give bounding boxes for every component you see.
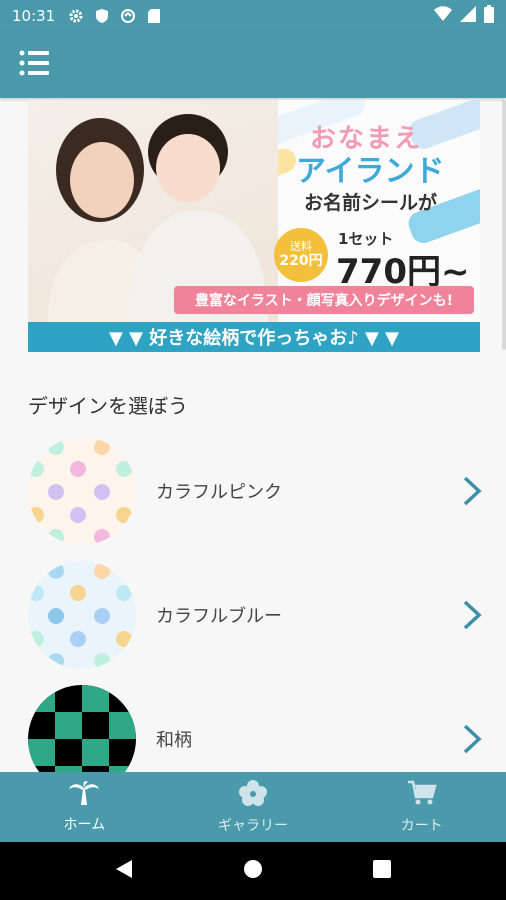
- design-item-colorful-pink[interactable]: カラフルピンク: [0, 436, 506, 546]
- back-icon: [115, 859, 133, 883]
- nav-gallery[interactable]: ギャラリー: [169, 772, 338, 842]
- design-item-japanese-pattern[interactable]: 和柄: [0, 684, 506, 772]
- app-bar: [0, 32, 506, 98]
- chevron-right-icon: [460, 723, 484, 755]
- banner-note: 豊富なイラスト・顔写真入りデザインも!: [174, 286, 474, 314]
- shipping-label: 送料: [290, 240, 312, 253]
- section-title: デザインを選ぼう: [28, 394, 188, 418]
- wifi-icon: [434, 6, 452, 26]
- banner-tagline: お名前シールが: [304, 192, 438, 214]
- system-navigation-bar: [0, 842, 506, 900]
- list-menu-icon: [19, 50, 49, 80]
- chevron-right-icon: [460, 475, 484, 507]
- shield-icon: [93, 7, 111, 25]
- sync-icon: [119, 7, 137, 25]
- shipping-value: 220円: [279, 253, 323, 269]
- chevron-right-icon: [460, 599, 484, 631]
- status-time: 10:31: [12, 7, 56, 25]
- nav-gallery-label: ギャラリー: [218, 818, 288, 834]
- design-item-colorful-blue[interactable]: カラフルブルー: [0, 560, 506, 670]
- cart-icon: [407, 779, 437, 811]
- signal-icon: [460, 6, 476, 26]
- status-bar: 10:31: [0, 0, 506, 32]
- nav-home-label: ホーム: [63, 817, 106, 833]
- design-label: カラフルブルー: [156, 606, 282, 627]
- banner-logo-bottom: アイランド: [296, 154, 445, 189]
- content-area[interactable]: おなまえ アイランド お名前シールが 送料 220円 1セット 770円~ 豊富…: [0, 98, 506, 772]
- back-button[interactable]: [104, 851, 144, 891]
- home-button[interactable]: [233, 851, 273, 891]
- battery-icon: [484, 5, 494, 27]
- nav-cart-label: カート: [400, 818, 443, 834]
- banner-cta: ▼ ▼ 好きな絵柄で作っちゃお♪ ▼ ▼: [28, 322, 480, 352]
- nav-cart[interactable]: カート: [337, 772, 506, 842]
- shipping-badge: 送料 220円: [274, 228, 328, 282]
- recents-button[interactable]: [362, 851, 402, 891]
- nav-home[interactable]: ホーム: [0, 772, 169, 842]
- sd-card-icon: [145, 7, 163, 25]
- scrollbar[interactable]: [502, 100, 506, 350]
- promo-banner[interactable]: おなまえ アイランド お名前シールが 送料 220円 1セット 770円~ 豊富…: [28, 100, 480, 352]
- home-icon: [243, 859, 263, 883]
- recents-icon: [372, 860, 391, 882]
- menu-button[interactable]: [18, 49, 50, 81]
- design-label: 和柄: [156, 730, 192, 751]
- bottom-navigation: ホーム ギャラリー カート: [0, 772, 506, 842]
- design-thumb-pink: [28, 437, 136, 545]
- design-thumb-blue: [28, 561, 136, 669]
- design-thumb-japanese: [28, 685, 136, 772]
- gear-icon: [67, 7, 85, 25]
- hibiscus-icon: [238, 779, 268, 811]
- palm-tree-icon: [68, 780, 100, 810]
- design-label: カラフルピンク: [156, 482, 282, 503]
